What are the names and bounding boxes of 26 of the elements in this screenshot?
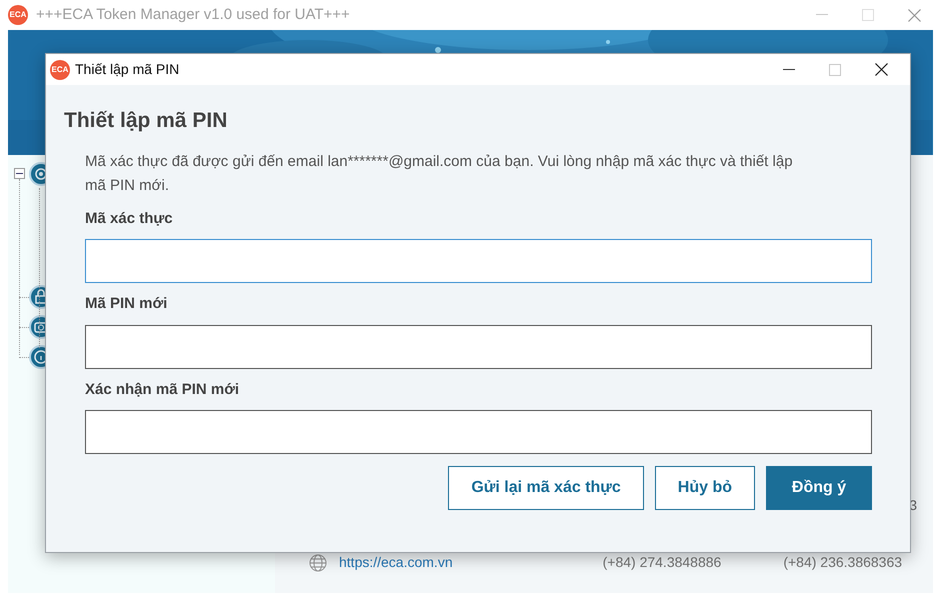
input-field[interactable] bbox=[85, 239, 872, 283]
minimize-icon bbox=[816, 14, 828, 16]
phone-number: (+84) 236.3868363 bbox=[783, 553, 902, 572]
maximize-icon bbox=[862, 9, 874, 21]
minimize-icon bbox=[783, 68, 795, 70]
field-label: Xác nhận mã PIN mới bbox=[85, 380, 240, 400]
website-link[interactable]: https://eca.com.vn bbox=[339, 552, 453, 573]
maximize-icon bbox=[829, 64, 841, 76]
dialog-heading: Thiết lập mã PIN bbox=[64, 108, 228, 134]
dialog-button[interactable]: Hủy bỏ bbox=[654, 466, 755, 510]
window-title: +++ECA Token Manager v1.0 used for UAT+++ bbox=[36, 4, 351, 25]
phone-number: (+84) 274.3848886 bbox=[602, 553, 722, 572]
dialog-button[interactable]: Đồng ý bbox=[766, 466, 872, 510]
field-label: Mã PIN mới bbox=[85, 294, 168, 314]
input-field[interactable] bbox=[85, 324, 872, 368]
close-icon bbox=[874, 63, 888, 76]
app-logo: ECA bbox=[50, 60, 70, 80]
instruction-text: Mã xác thực đã được gửi đến email lan*******@gmail.com của bạn. Vui lòng nhập mã xác thực và thiết lập mã PIN mới. bbox=[85, 152, 794, 196]
input-field[interactable] bbox=[85, 410, 872, 454]
collapse-icon[interactable] bbox=[14, 168, 25, 179]
app-logo: ECA bbox=[8, 5, 28, 25]
field-label: Mã xác thực bbox=[85, 208, 174, 228]
close-icon bbox=[908, 8, 920, 22]
globe-icon bbox=[309, 554, 327, 572]
dialog-title: Thiết lập mã PIN bbox=[75, 60, 180, 79]
dialog-button[interactable]: Gửi lại mã xác thực bbox=[448, 466, 644, 510]
